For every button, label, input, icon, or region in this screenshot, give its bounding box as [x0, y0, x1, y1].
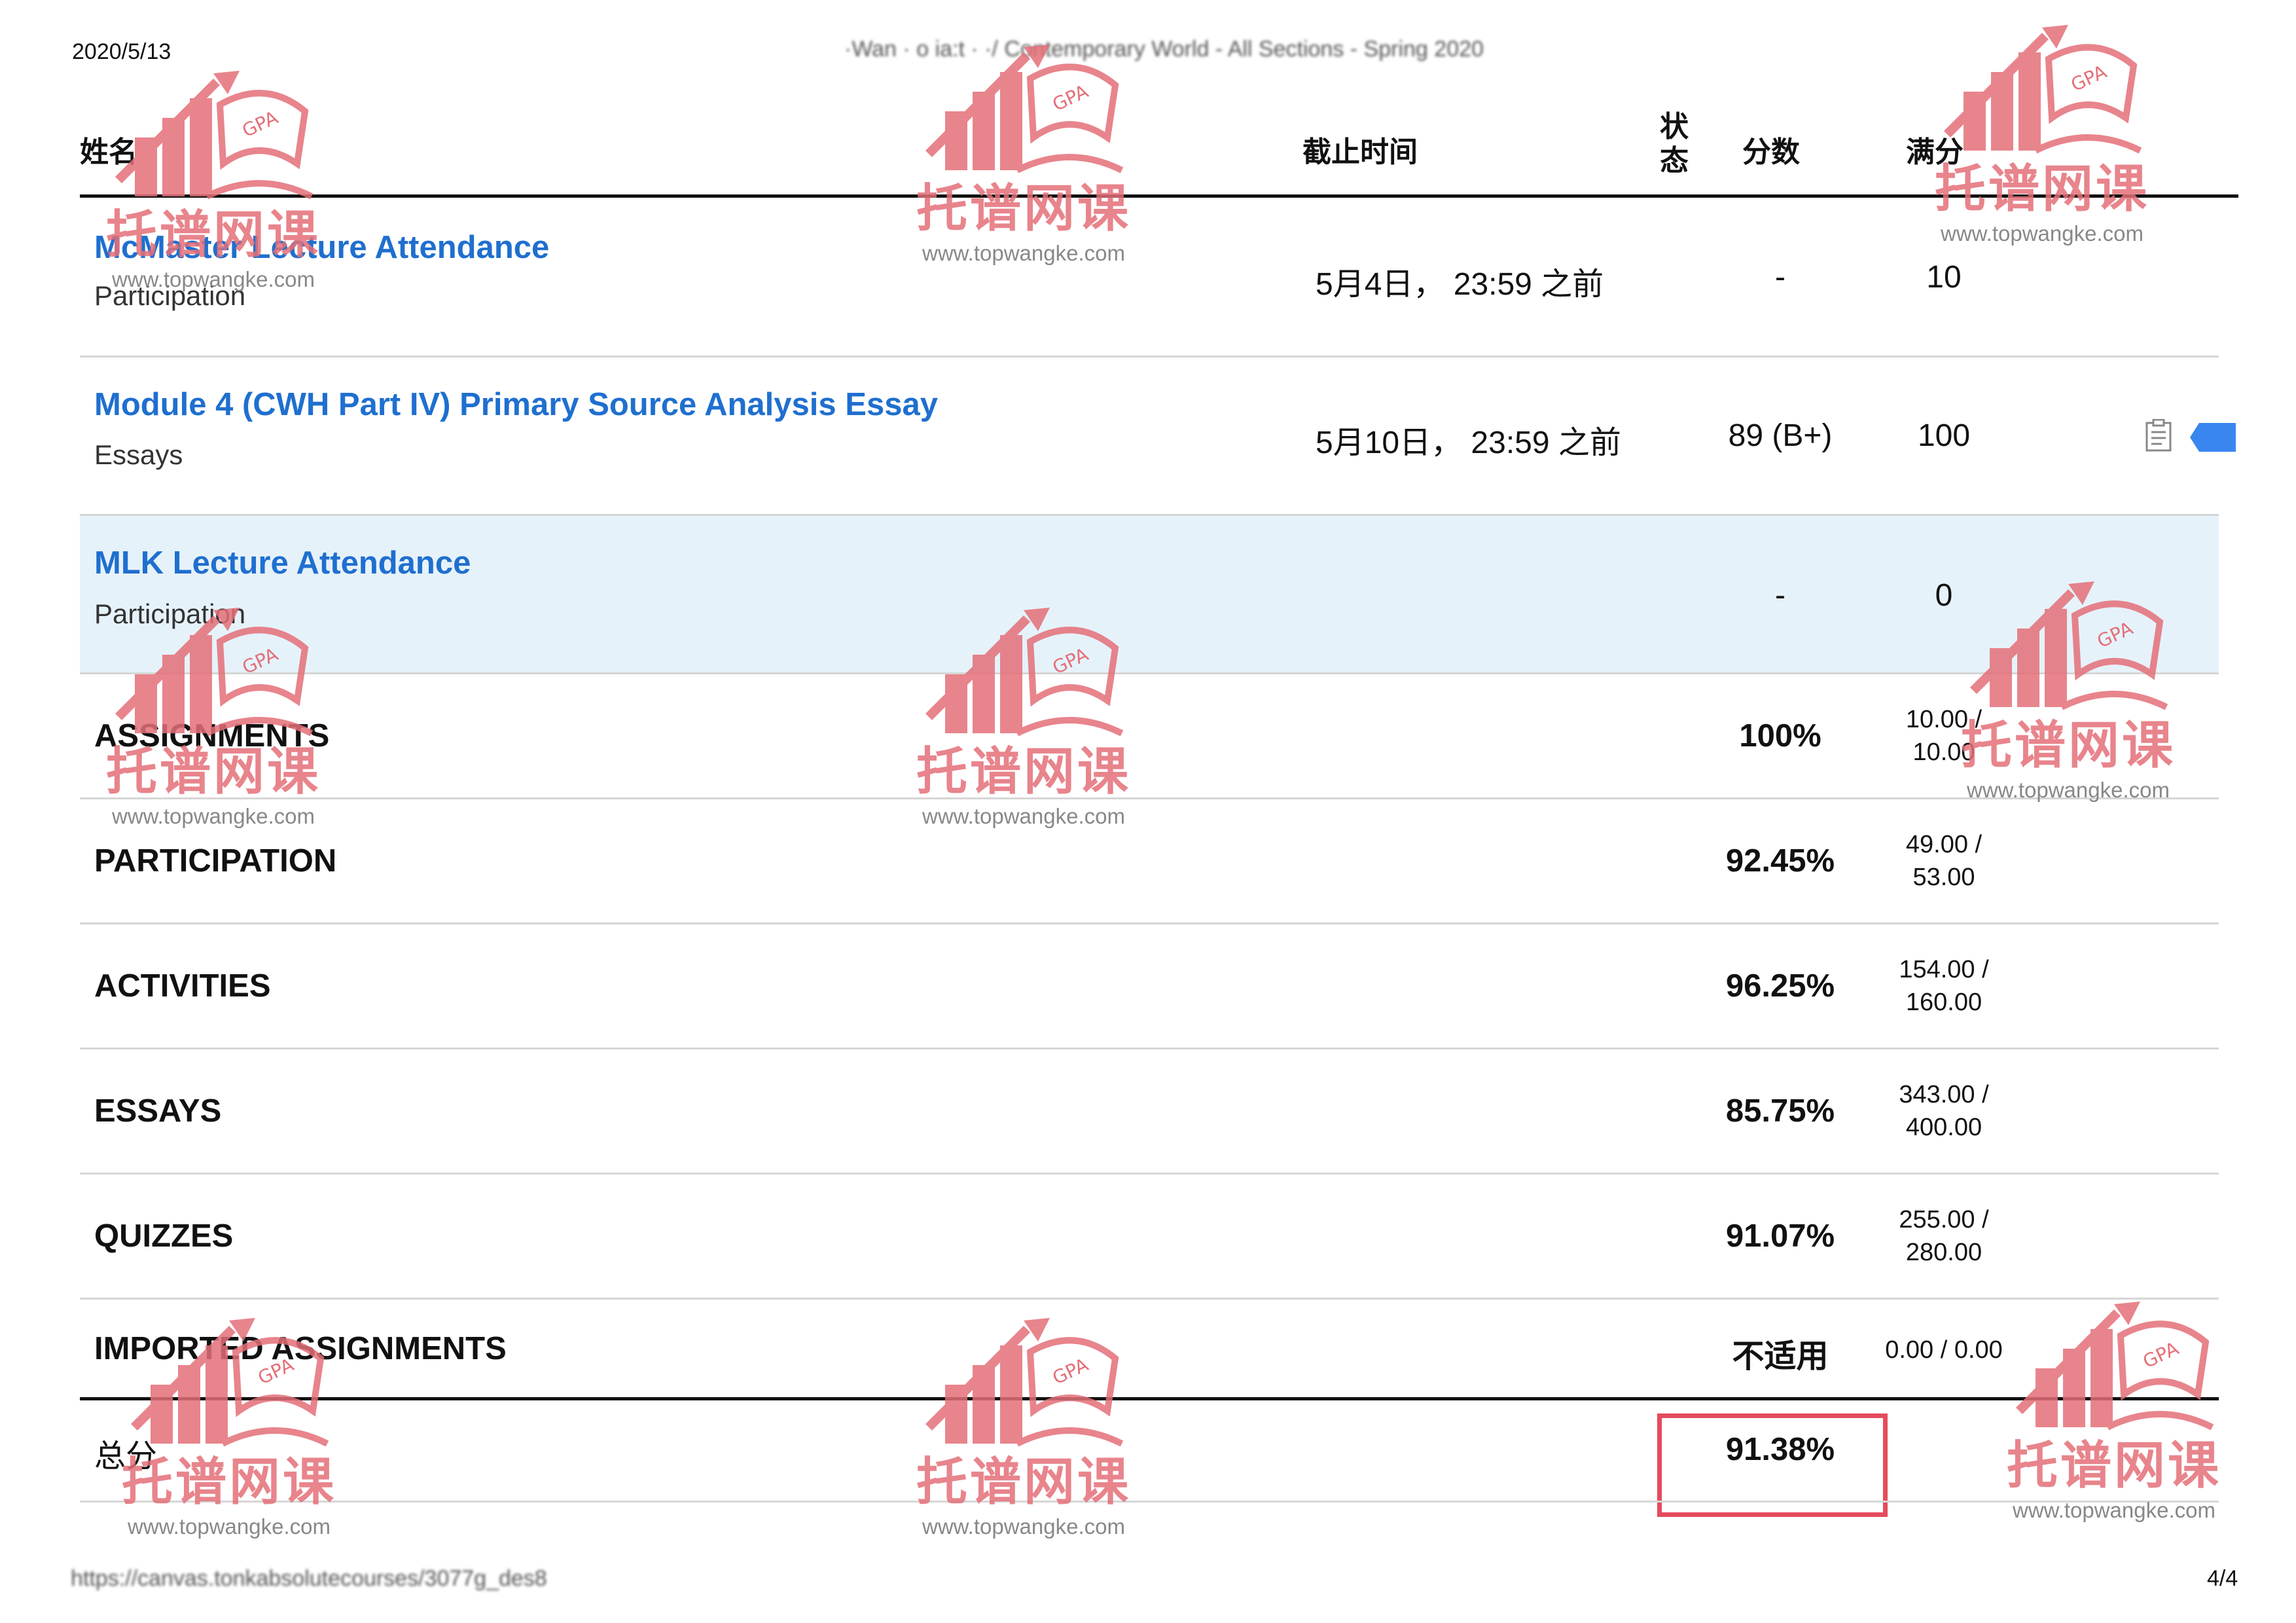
- group-fraction: 255.00 / 280.00: [1839, 1203, 2049, 1269]
- watermark-url: www.topwangke.com: [922, 1514, 1125, 1539]
- assignment-title-link[interactable]: MLK Lecture Attendance: [94, 545, 471, 581]
- assignment-total: 100: [1917, 418, 1971, 453]
- assignment-due: 5月4日， 23:59 之前: [1316, 267, 1604, 302]
- group-name: ASSIGNMENTS: [94, 718, 330, 754]
- group-fraction-bottom: 280.00: [1905, 1239, 1982, 1266]
- svg-text:GPA: GPA: [1049, 1354, 1092, 1389]
- group-fraction: 49.00 / 53.00: [1839, 828, 2049, 894]
- group-fraction-bottom: 400.00: [1905, 1114, 1982, 1141]
- column-header-total[interactable]: 满分: [1906, 128, 1964, 170]
- group-name: IMPORTED ASSIGNMENTS: [94, 1331, 507, 1366]
- row-divider: [80, 672, 2219, 674]
- group-fraction-top: 255.00 /: [1899, 1206, 1989, 1233]
- total-label: 总分: [94, 1439, 158, 1474]
- group-fraction-bottom: 160.00: [1905, 989, 1982, 1016]
- watermark-url: www.topwangke.com: [128, 1514, 331, 1539]
- group-fraction: 343.00 / 400.00: [1839, 1078, 2049, 1144]
- column-header-due[interactable]: 截止时间: [1302, 128, 1418, 170]
- print-date: 2020/5/13: [72, 39, 171, 64]
- group-fraction-top: 154.00 /: [1899, 956, 1989, 983]
- row-divider: [80, 797, 2219, 799]
- assignment-title-link[interactable]: Module 4 (CWH Part IV) Primary Source An…: [94, 386, 938, 423]
- row-divider: [80, 1048, 2219, 1049]
- watermark-brand: 托谱网课: [916, 1453, 1131, 1512]
- watermark-logo-icon: GPA: [925, 1318, 1124, 1447]
- total-divider: [80, 1397, 2219, 1400]
- svg-text:GPA: GPA: [239, 107, 281, 142]
- group-name: ESSAYS: [94, 1093, 222, 1129]
- column-header-name[interactable]: 姓名: [80, 128, 137, 170]
- watermark: GPA 托谱网课 www.topwangke.com: [899, 1313, 1148, 1575]
- assignment-category: Essays: [94, 439, 183, 470]
- group-fraction-bottom: 10.00: [1912, 739, 1975, 766]
- row-divider: [80, 356, 2219, 357]
- svg-text:GPA: GPA: [1049, 81, 1092, 116]
- column-header-score[interactable]: 分数: [1742, 128, 1800, 170]
- row-divider: [80, 1501, 2219, 1503]
- group-name: QUIZZES: [94, 1218, 234, 1254]
- group-fraction-bottom: 53.00: [1912, 864, 1975, 891]
- assignment-total: 0: [1935, 578, 1953, 613]
- assignment-category: Participation: [94, 280, 246, 311]
- watermark-brand: 托谱网课: [2006, 1436, 2221, 1495]
- row-divider: [80, 1298, 2219, 1300]
- group-name: ACTIVITIES: [94, 968, 271, 1004]
- svg-text:GPA: GPA: [2140, 1338, 2182, 1373]
- row-divider: [80, 1173, 2219, 1175]
- group-fraction-top: 10.00 /: [1905, 706, 1982, 733]
- print-page-number: 4/4: [2207, 1566, 2238, 1591]
- group-fraction-top: 343.00 /: [1899, 1081, 1989, 1108]
- print-url: https://canvas.tonkabsolutecourses/3077g…: [71, 1566, 547, 1591]
- group-fraction-top: 0.00 / 0.00: [1885, 1336, 2003, 1364]
- group-fraction: 154.00 / 160.00: [1839, 953, 2049, 1019]
- column-header-status[interactable]: 状态: [1660, 110, 1689, 178]
- assignment-title-link[interactable]: McMaster Lecture Attendance: [94, 229, 549, 266]
- flag-icon[interactable]: [2190, 423, 2236, 452]
- group-fraction-top: 49.00 /: [1905, 831, 1982, 858]
- assignment-total: 10: [1926, 260, 1962, 295]
- svg-text:GPA: GPA: [2068, 61, 2110, 96]
- row-divider: [80, 922, 2219, 924]
- group-fraction: 10.00 / 10.00: [1839, 703, 2049, 769]
- group-name: PARTICIPATION: [94, 843, 337, 879]
- watermark-url: www.topwangke.com: [922, 804, 1125, 828]
- watermark-brand: 托谱网课: [916, 742, 1131, 801]
- assignment-category: Participation: [94, 598, 246, 629]
- clipboard-icon[interactable]: [2145, 418, 2172, 452]
- group-fraction: 0.00 / 0.00: [1839, 1334, 2049, 1366]
- watermark-url: www.topwangke.com: [112, 804, 315, 828]
- assignment-due: 5月10日， 23:59 之前: [1316, 426, 1621, 460]
- print-title: ·Wan · o ia:t · ·/ Contemporary World - …: [844, 37, 1484, 62]
